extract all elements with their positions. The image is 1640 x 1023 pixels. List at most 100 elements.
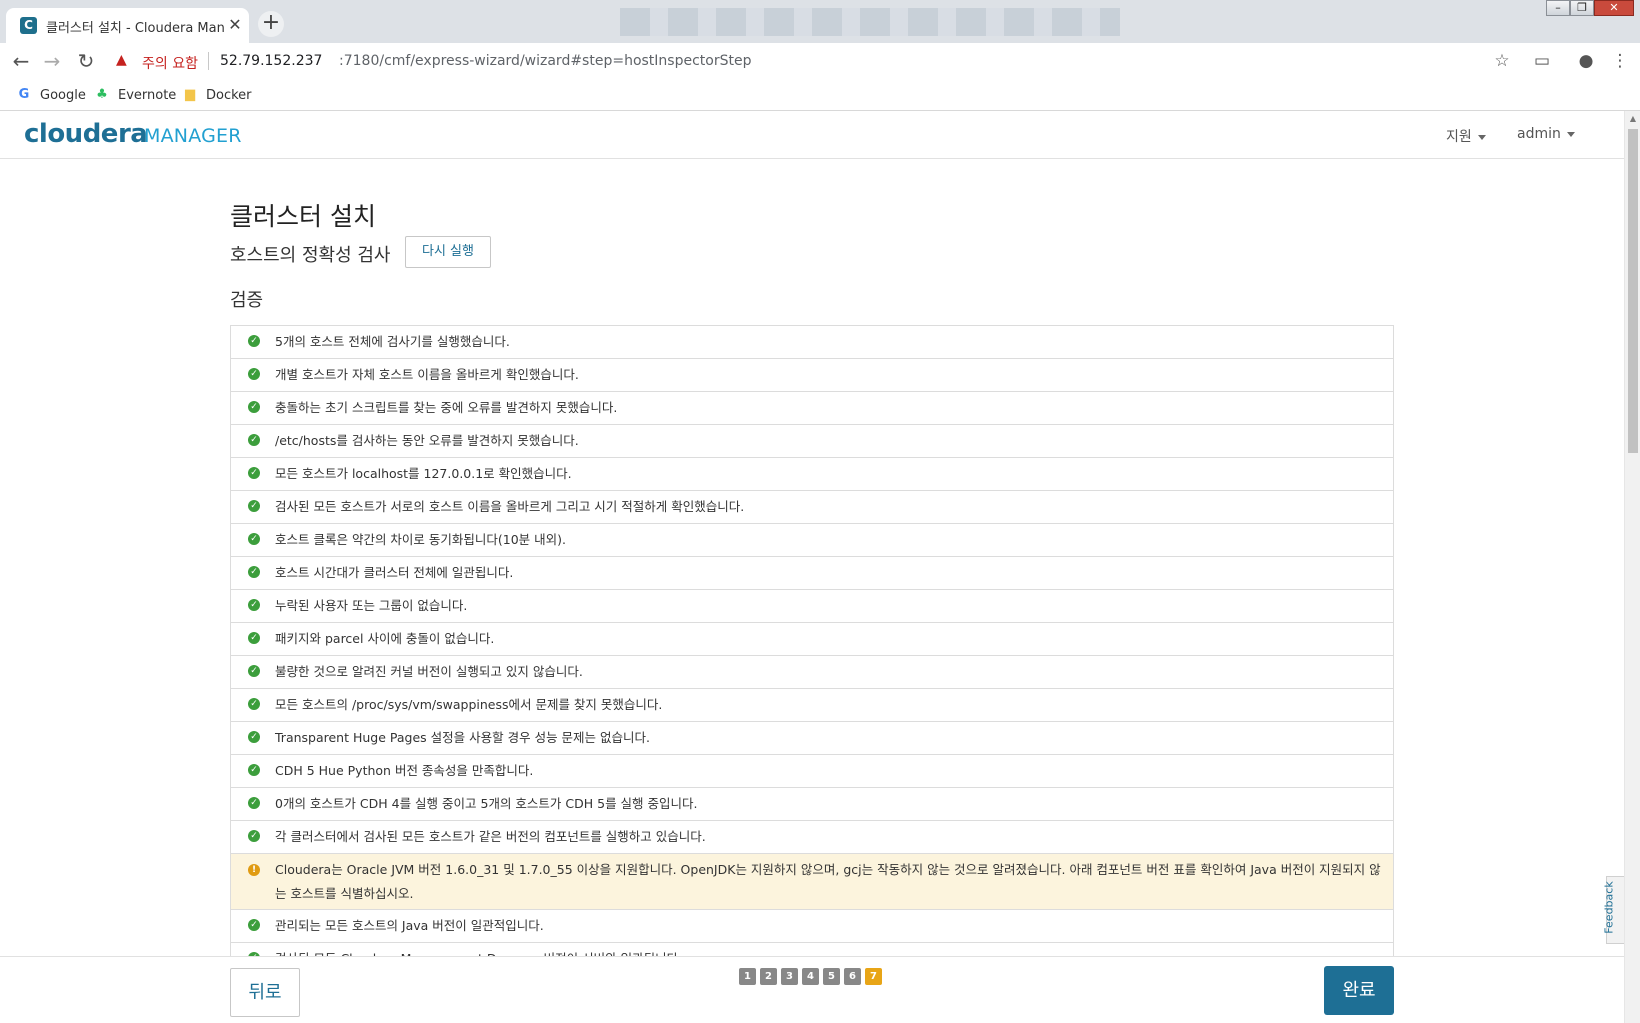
validation-row: ✓ 모든 호스트가 localhost를 127.0.0.1로 확인했습니다. (231, 458, 1393, 491)
bookmark-star-icon[interactable]: ☆ (1490, 49, 1514, 73)
validation-row: ✓ 0개의 호스트가 CDH 4를 실행 중이고 5개의 호스트가 CDH 5를 … (231, 788, 1393, 821)
cloudera-favicon-icon: C (20, 17, 37, 34)
check-circle-icon: ✓ (248, 731, 260, 743)
check-circle-icon: ✓ (248, 830, 260, 842)
section-title: 호스트의 정확성 검사 (230, 245, 391, 266)
finish-button[interactable]: 완료 (1324, 966, 1394, 1015)
app-header: cloudera MANAGER 지원 admin (0, 111, 1624, 159)
check-circle-icon: ✓ (248, 764, 260, 776)
validation-row: ✓ 충돌하는 초기 스크립트를 찾는 중에 오류를 발견하지 못했습니다. (231, 392, 1393, 425)
rerun-button[interactable]: 다시 실행 (405, 236, 491, 268)
scroll-thumb[interactable] (1628, 129, 1638, 453)
profile-icon[interactable]: ● (1574, 49, 1598, 73)
validation-row: ✓ CDH 5 Hue Python 버전 종속성을 만족합니다. (231, 755, 1393, 788)
wizard-step-2[interactable]: 2 (760, 968, 777, 985)
security-warning-label[interactable]: 주의 요함 (142, 53, 198, 73)
check-circle-icon: ✓ (248, 566, 260, 578)
check-circle-icon: ✓ (248, 698, 260, 710)
validation-text: 각 클러스터에서 검사된 모든 호스트가 같은 버전의 컴포넌트를 실행하고 있… (275, 829, 706, 844)
validation-row: ✓ /etc/hosts를 검사하는 동안 오류를 발견하지 못했습니다. (231, 425, 1393, 458)
url-path[interactable]: :7180/cmf/express-wizard/wizard#step=hos… (339, 53, 751, 69)
validation-text: 0개의 호스트가 CDH 4를 실행 중이고 5개의 호스트가 CDH 5를 실… (275, 796, 698, 811)
bookmark-label: Docker (206, 87, 252, 103)
wizard-step-6[interactable]: 6 (844, 968, 861, 985)
chevron-down-icon (1477, 134, 1486, 140)
maximize-window-button[interactable]: ❐ (1570, 0, 1594, 16)
security-warning-icon[interactable]: ▲ (116, 52, 127, 68)
warning-icon: ! (248, 864, 260, 876)
validation-row: ✓ 개별 호스트가 자체 호스트 이름을 올바르게 확인했습니다. (231, 359, 1393, 392)
check-circle-icon: ✓ (248, 919, 260, 931)
feedback-label: Feedback (1602, 881, 1616, 934)
bookmark-evernote[interactable]: ♣ Evernote (94, 85, 176, 105)
validation-row-warning: ! Cloudera는 Oracle JVM 버전 1.6.0_31 및 1.7.… (231, 854, 1393, 910)
validation-row: ✓ 관리되는 모든 호스트의 Java 버전이 일관적입니다. (231, 910, 1393, 943)
url-host[interactable]: 52.79.152.237 (220, 53, 322, 69)
user-menu-label: admin (1517, 126, 1561, 142)
back-arrow-icon[interactable]: ← (9, 49, 33, 73)
browser-tab-active[interactable]: C 클러스터 설치 - Cloudera Mana ✕ (6, 8, 249, 43)
check-circle-icon: ✓ (248, 500, 260, 512)
validation-text: 불량한 것으로 알려진 커널 버전이 실행되고 있지 않습니다. (275, 664, 583, 679)
validation-text: /etc/hosts를 검사하는 동안 오류를 발견하지 못했습니다. (275, 433, 579, 448)
validation-row: ✓ 패키지와 parcel 사이에 충돌이 없습니다. (231, 623, 1393, 656)
bookmark-label: Google (40, 87, 86, 103)
validation-text: 호스트 클록은 약간의 차이로 동기화됩니다(10분 내외). (275, 532, 567, 547)
validation-text: Transparent Huge Pages 설정을 사용할 경우 성능 문제는… (275, 730, 650, 745)
check-circle-icon: ✓ (248, 368, 260, 380)
window-controls: – ❐ ✕ (1546, 0, 1634, 16)
reload-icon[interactable]: ↻ (74, 49, 98, 73)
validation-title: 검증 (230, 290, 264, 311)
check-circle-icon: ✓ (248, 467, 260, 479)
validation-text: 모든 호스트의 /proc/sys/vm/swappiness에서 문제를 찾지… (275, 697, 663, 712)
tab-close-icon[interactable]: ✕ (226, 16, 244, 34)
evernote-icon: ♣ (96, 87, 108, 102)
check-circle-icon: ✓ (248, 335, 260, 347)
validation-list: ✓ 5개의 호스트 전체에 검사기를 실행했습니다. ✓ 개별 호스트가 자체 호스트… (230, 325, 1394, 976)
google-icon: G (18, 87, 30, 102)
scroll-up-icon[interactable]: ▲ (1625, 111, 1640, 127)
validation-row: ✓ 호스트 클록은 약간의 차이로 동기화됩니다(10분 내외). (231, 524, 1393, 557)
browser-toolbar: ← → ↻ ▲ 주의 요함 52.79.152.237 :7180/cmf/ex… (0, 43, 1640, 79)
validation-row: ✓ 각 클러스터에서 검사된 모든 호스트가 같은 버전의 컴포넌트를 실행하고 … (231, 821, 1393, 854)
wizard-step-5[interactable]: 5 (823, 968, 840, 985)
manager-logo-text[interactable]: MANAGER (144, 125, 242, 147)
validation-row: ✓ 검사된 모든 호스트가 서로의 호스트 이름을 올바르게 그리고 시기 적절하… (231, 491, 1393, 524)
chevron-down-icon (1566, 131, 1575, 137)
feedback-tab[interactable]: Feedback (1602, 876, 1624, 944)
wizard-step-indicator: 1234567 (739, 968, 882, 985)
validation-row: ✓ 누락된 사용자 또는 그룹이 없습니다. (231, 590, 1393, 623)
validation-text: Cloudera는 Oracle JVM 버전 1.6.0_31 및 1.7.0… (275, 862, 1381, 901)
validation-row: ✓ 모든 호스트의 /proc/sys/vm/swappiness에서 문제를 찾… (231, 689, 1393, 722)
wizard-step-4[interactable]: 4 (802, 968, 819, 985)
bookmarks-bar: G Google ♣ Evernote ▆ Docker (0, 79, 1640, 111)
validation-text: 5개의 호스트 전체에 검사기를 실행했습니다. (275, 334, 510, 349)
validation-row: ✓ Transparent Huge Pages 설정을 사용할 경우 성능 문제… (231, 722, 1393, 755)
validation-row: ✓ 5개의 호스트 전체에 검사기를 실행했습니다. (231, 326, 1393, 359)
wizard-footer: 뒤로 1234567 완료 (0, 956, 1624, 1023)
check-circle-icon: ✓ (248, 632, 260, 644)
cloudera-logo[interactable]: cloudera (24, 119, 148, 149)
validation-text: 호스트 시간대가 클러스터 전체에 일관됩니다. (275, 565, 514, 580)
wizard-step-1[interactable]: 1 (739, 968, 756, 985)
validation-text: 충돌하는 초기 스크립트를 찾는 중에 오류를 발견하지 못했습니다. (275, 400, 618, 415)
page-scrollbar[interactable]: ▲ (1624, 111, 1640, 1023)
background-window-decoration (620, 8, 1120, 36)
forward-arrow-icon[interactable]: → (40, 49, 64, 73)
support-menu[interactable]: 지원 (1446, 126, 1486, 146)
wizard-step-3[interactable]: 3 (781, 968, 798, 985)
new-tab-button[interactable]: + (258, 11, 284, 37)
wizard-step-7[interactable]: 7 (865, 968, 882, 985)
bookmark-google[interactable]: G Google (16, 85, 86, 105)
browser-menu-icon[interactable]: ⋮ (1608, 49, 1632, 73)
validation-text: 검사된 모든 호스트가 서로의 호스트 이름을 올바르게 그리고 시기 적절하게… (275, 499, 745, 514)
back-button[interactable]: 뒤로 (230, 968, 300, 1017)
minimize-window-button[interactable]: – (1546, 0, 1570, 16)
user-menu[interactable]: admin (1517, 126, 1575, 142)
validation-text: CDH 5 Hue Python 버전 종속성을 만족합니다. (275, 763, 534, 778)
validation-text: 패키지와 parcel 사이에 충돌이 없습니다. (275, 631, 495, 646)
cast-icon[interactable]: ▭ (1530, 49, 1554, 73)
close-window-button[interactable]: ✕ (1594, 0, 1634, 16)
bookmark-docker[interactable]: ▆ Docker (182, 85, 252, 105)
validation-row: ✓ 불량한 것으로 알려진 커널 버전이 실행되고 있지 않습니다. (231, 656, 1393, 689)
